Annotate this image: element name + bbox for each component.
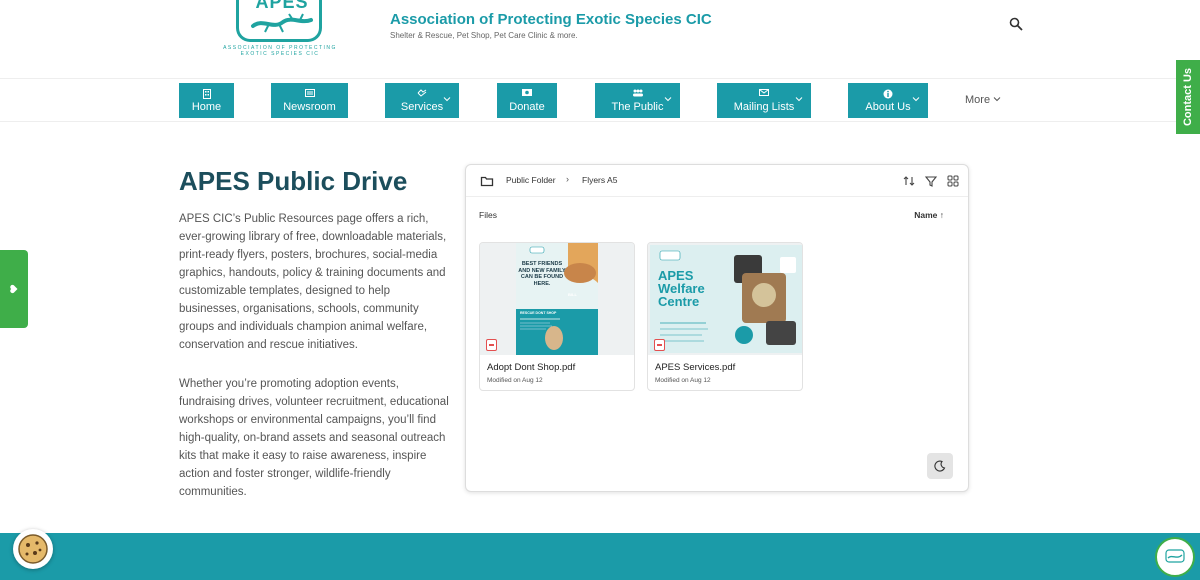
dark-mode-toggle[interactable] (927, 453, 953, 479)
grid-view-icon[interactable] (946, 174, 960, 188)
donate-side-text: Donate (28, 273, 66, 286)
cookie-icon (18, 534, 48, 564)
file-card-apes-services[interactable]: APES Welfare Centre APES Services.pdf Mo… (647, 242, 803, 391)
donate-side-tab[interactable]: Donate (0, 250, 66, 328)
lizard-icon (251, 13, 313, 33)
site-header: APES ASSOCIATION OF PROTECTING EXOTIC SP… (0, 0, 1200, 78)
nav-more[interactable]: More (965, 94, 1001, 106)
chevron-down-icon (795, 97, 803, 102)
secondary-paragraph: Whether you’re promoting adoption events… (179, 378, 449, 498)
flyer-preview (480, 243, 634, 355)
name-sort-toggle[interactable]: Name ↑ (914, 210, 944, 220)
info-icon (883, 89, 893, 99)
file-modified: Modified on Aug 12 (655, 377, 711, 384)
drive-toolbar: Public Folder › Flyers A5 (466, 165, 968, 197)
org-title[interactable]: Association of Protecting Exotic Species… (390, 11, 712, 28)
nav-newsroom-label: Newsroom (283, 101, 336, 113)
nav-home[interactable]: Home (179, 83, 234, 118)
nav-the-public[interactable]: The Public (595, 83, 680, 118)
flyer-pet-name: BILL (568, 292, 577, 297)
breadcrumb-flyers-a5: Flyers A5 (582, 175, 618, 185)
heart-icon (10, 284, 18, 294)
filter-icon[interactable] (924, 174, 938, 188)
flyer-footer-text: RESCUE DONT SHOP (520, 311, 557, 315)
logo-badge: APES (236, 0, 322, 42)
org-subtitle: Shelter & Rescue, Pet Shop, Pet Care Cli… (390, 31, 578, 40)
flyer-headline: BEST FRIENDS AND NEW FAMILY CAN BE FOUND… (518, 261, 566, 287)
file-modified: Modified on Aug 12 (487, 377, 543, 384)
contact-us-label: Contact Us (1182, 67, 1194, 127)
intro-paragraph: APES CIC’s Public Resources page offers … (179, 213, 447, 351)
pdf-icon (486, 339, 497, 351)
handshake-icon (417, 89, 427, 97)
nav-newsroom[interactable]: Newsroom (271, 83, 348, 118)
newspaper-icon (304, 89, 315, 97)
money-icon (522, 89, 532, 96)
nav-mailing-lists[interactable]: Mailing Lists (717, 83, 811, 118)
breadcrumb-public-folder[interactable]: Public Folder (506, 175, 556, 185)
logo-caption: ASSOCIATION OF PROTECTING EXOTIC SPECIES… (218, 45, 342, 57)
building-icon (202, 89, 211, 99)
file-card-adopt-dont-shop[interactable]: BEST FRIENDS AND NEW FAMILY CAN BE FOUND… (479, 242, 635, 391)
cookie-settings-button[interactable] (13, 529, 53, 569)
main-nav: Home Newsroom Services Donate The Public… (0, 78, 1200, 122)
breadcrumb-separator: › (566, 174, 569, 184)
nav-more-label: More (965, 94, 991, 106)
people-icon (632, 89, 643, 97)
logo-caption-line2: EXOTIC SPECIES CIC (240, 51, 320, 57)
sort-icon[interactable] (902, 174, 916, 188)
public-drive-panel: Public Folder › Flyers A5 Files Name ↑ B… (465, 164, 969, 492)
flyer-headline: APES Welfare Centre (658, 268, 705, 309)
chevron-down-icon (664, 97, 672, 102)
contact-us-tab[interactable]: Contact Us (1176, 60, 1200, 134)
nav-donate[interactable]: Donate (497, 83, 557, 118)
file-name: APES Services.pdf (655, 362, 736, 373)
nav-donate-label: Donate (509, 101, 545, 113)
search-icon[interactable] (1009, 17, 1023, 31)
files-label: Files (479, 210, 497, 220)
moon-icon (934, 460, 946, 472)
apes-logo-icon (1165, 549, 1185, 563)
apes-logo[interactable]: APES ASSOCIATION OF PROTECTING EXOTIC SP… (218, 0, 342, 58)
file-name: Adopt Dont Shop.pdf (487, 362, 576, 373)
file-thumbnail: APES Welfare Centre (648, 243, 802, 355)
nav-services[interactable]: Services (385, 83, 459, 118)
apes-chat-badge[interactable] (1155, 537, 1195, 577)
chevron-down-icon (993, 97, 1001, 102)
page-title: APES Public Drive (179, 166, 408, 196)
nav-home-label: Home (191, 101, 222, 113)
mail-icon (759, 89, 769, 96)
chevron-down-icon (443, 97, 451, 102)
site-footer (0, 533, 1200, 580)
nav-about-us[interactable]: About Us (848, 83, 928, 118)
file-thumbnail: BEST FRIENDS AND NEW FAMILY CAN BE FOUND… (480, 243, 634, 355)
folder-icon[interactable] (480, 174, 494, 188)
donate-side-label: Donate (8, 274, 66, 294)
chevron-down-icon (912, 97, 920, 102)
pdf-icon (654, 339, 665, 351)
